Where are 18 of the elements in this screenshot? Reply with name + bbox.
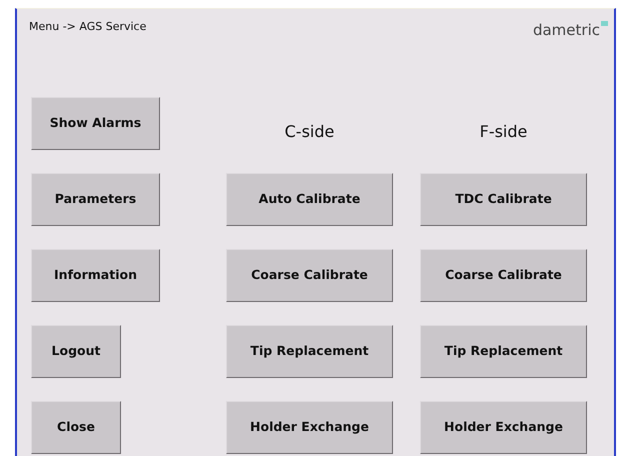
- logo-mark-icon: [601, 21, 608, 26]
- action-button[interactable]: Tip Replacement: [420, 324, 587, 378]
- menu-button[interactable]: Show Alarms: [31, 96, 160, 150]
- menu-button[interactable]: Logout: [31, 324, 121, 378]
- action-button[interactable]: TDC Calibrate: [420, 172, 587, 226]
- action-button[interactable]: Holder Exchange: [420, 400, 587, 454]
- action-button[interactable]: Coarse Calibrate: [420, 248, 587, 302]
- section-title: C-side: [284, 120, 334, 142]
- action-button[interactable]: Auto Calibrate: [226, 172, 393, 226]
- menu-button[interactable]: Information: [31, 248, 160, 302]
- menu-button[interactable]: Close: [31, 400, 121, 454]
- section-title: F-side: [480, 120, 528, 142]
- menu-button[interactable]: Parameters: [31, 172, 160, 226]
- logo: dametric: [532, 19, 608, 42]
- action-button[interactable]: Coarse Calibrate: [226, 248, 393, 302]
- breadcrumb: Menu -> AGS Service: [29, 19, 146, 35]
- action-button[interactable]: Holder Exchange: [226, 400, 393, 454]
- action-button[interactable]: Tip Replacement: [226, 324, 393, 378]
